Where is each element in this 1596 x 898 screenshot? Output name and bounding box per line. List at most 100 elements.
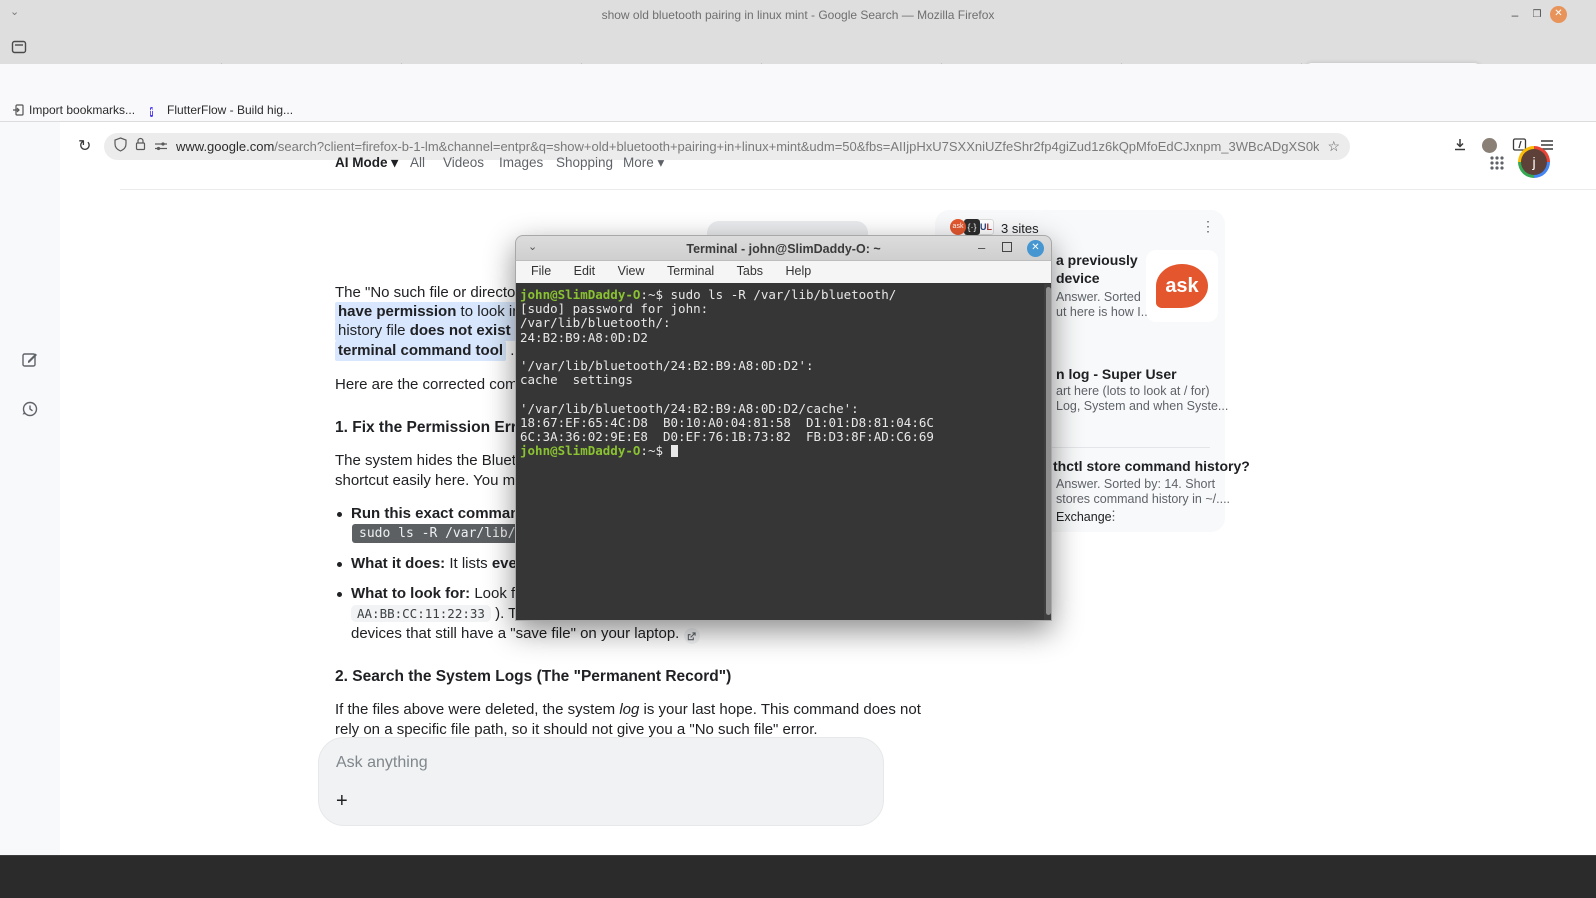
- google-logo[interactable]: [16, 272, 43, 299]
- source-desc: Answer. Sorted: [1056, 290, 1141, 304]
- inline-code-chip: AA:BB:CC:11:22:33: [351, 605, 491, 622]
- terminal-line: john@SlimDaddy-O:~$ sudo ls -R /var/lib/…: [520, 288, 1049, 302]
- source-more-icon[interactable]: ⋮: [1107, 508, 1120, 524]
- terminal-titlebar[interactable]: ⌄ Terminal - john@SlimDaddy-O: ~ – ✕: [515, 235, 1052, 261]
- terminal-menubar: File Edit View Terminal Tabs Help: [515, 261, 1052, 283]
- menu-edit[interactable]: Edit: [565, 261, 605, 281]
- header-divider: [120, 189, 1596, 190]
- bullet-icon: [337, 562, 342, 567]
- sites-count-label: 3 sites: [1001, 221, 1039, 236]
- tab-list-icon[interactable]: [10, 38, 28, 61]
- apps-grid-icon[interactable]: [1489, 155, 1505, 176]
- url-bar[interactable]: www.google.com/search?client=firefox-b-1…: [104, 133, 1350, 160]
- flutterflow-icon: f: [150, 104, 162, 116]
- reload-icon[interactable]: ↻: [78, 136, 91, 156]
- answer-line: shortcut easily here. You must: [335, 472, 535, 489]
- source-site[interactable]: Exchange: [1056, 510, 1112, 524]
- bookmark-label: FlutterFlow - Build hig...: [167, 103, 293, 117]
- source-desc: Log, System and when Syste...: [1056, 399, 1228, 413]
- taskbar: lm >_ Bluetooth Devices show old bluetoo…: [0, 855, 1596, 898]
- terminal-minimize-button[interactable]: –: [978, 240, 985, 255]
- source-title[interactable]: a previously: [1056, 252, 1138, 268]
- answer-line: have permission to look insid: [335, 303, 543, 320]
- source-desc: ut here is how I...: [1056, 305, 1151, 319]
- answer-bullet-3: What to look for: Look for: [351, 585, 529, 602]
- bookmark-label: Import bookmarks...: [29, 103, 135, 117]
- shield-icon[interactable]: [114, 137, 127, 157]
- tab-more[interactable]: More ▾: [623, 155, 664, 171]
- card-more-icon[interactable]: ⋮: [1201, 218, 1215, 235]
- minimize-button[interactable]: –: [1506, 6, 1524, 24]
- tab-all[interactable]: All: [410, 155, 425, 170]
- answer-heading-2: 2. Search the System Logs (The "Permanen…: [335, 668, 731, 686]
- terminal-line: 24:B2:B9:A8:0D:D2: [520, 331, 1049, 345]
- terminal-output[interactable]: john@SlimDaddy-O:~$ sudo ls -R /var/lib/…: [515, 283, 1052, 621]
- terminal-line: [520, 387, 1049, 401]
- terminal-line: [520, 345, 1049, 359]
- bullet-icon: [337, 592, 342, 597]
- answer-line: If the files above were deleted, the sys…: [335, 701, 921, 718]
- close-button[interactable]: ✕: [1550, 6, 1567, 23]
- answer-line: history file does not exist be: [335, 322, 534, 339]
- ask-anything-input[interactable]: Ask anything +: [318, 737, 884, 826]
- source-title[interactable]: device: [1056, 270, 1100, 286]
- google-left-rail: [0, 122, 60, 855]
- account-avatar[interactable]: [1482, 138, 1497, 153]
- ask-favicon: ask: [950, 219, 966, 235]
- source-thumbnail[interactable]: ask: [1146, 250, 1218, 322]
- import-icon: [12, 104, 24, 116]
- terminal-line: '/var/lib/bluetooth/24:B2:B9:A8:0D:D2/ca…: [520, 402, 1049, 416]
- terminal-maximize-button[interactable]: [1002, 242, 1012, 252]
- source-title[interactable]: thctl store command history?: [1053, 458, 1250, 474]
- ask-logo: ask: [1156, 264, 1208, 308]
- compose-icon[interactable]: [21, 350, 39, 373]
- bookmark-flutterflow[interactable]: f FlutterFlow - Build hig...: [150, 103, 293, 117]
- profile-avatar[interactable]: j: [1518, 146, 1550, 178]
- history-icon[interactable]: [21, 400, 39, 423]
- terminal-line: 18:67:EF:65:4C:D8 B0:10:A0:04:81:58 D1:0…: [520, 416, 1049, 430]
- answer-bullet-1: Run this exact command:: [351, 505, 534, 522]
- tab-videos[interactable]: Videos: [443, 155, 484, 170]
- answer-bullet-2: What it does: It lists every: [351, 555, 531, 572]
- navigation-toolbar: ← → ↻ www.google.com/search?client=firef…: [0, 64, 1596, 100]
- plus-button[interactable]: +: [336, 790, 348, 813]
- downloads-icon[interactable]: [1452, 137, 1468, 158]
- terminal-close-button[interactable]: ✕: [1027, 240, 1044, 257]
- site-favicon: UL: [978, 219, 994, 235]
- terminal-line: /var/lib/bluetooth/:: [520, 316, 1049, 330]
- tab-images[interactable]: Images: [499, 155, 543, 170]
- source-title[interactable]: n log - Super User: [1056, 366, 1177, 382]
- menu-help[interactable]: Help: [777, 261, 821, 281]
- site-favicon: {·}: [964, 219, 980, 235]
- menu-view[interactable]: View: [609, 261, 654, 281]
- terminal-title: Terminal - john@SlimDaddy-O: ~: [516, 242, 1051, 256]
- terminal-scrollbar-thumb[interactable]: [1046, 287, 1051, 615]
- bookmark-star-icon[interactable]: ☆: [1327, 138, 1340, 155]
- answer-line: AA:BB:CC:11:22:33 ). Thes: [351, 605, 542, 622]
- citation-link-icon[interactable]: [684, 628, 700, 644]
- bookmark-import[interactable]: Import bookmarks...: [12, 103, 135, 117]
- firefox-titlebar: ⌄ show old bluetooth pairing in linux mi…: [0, 0, 1596, 30]
- desktop: ⌄ show old bluetooth pairing in linux mi…: [0, 0, 1596, 898]
- avatar-letter: j: [1521, 149, 1547, 175]
- ask-placeholder: Ask anything: [336, 754, 428, 772]
- tab-ai-mode[interactable]: AI Mode ▾: [335, 155, 398, 171]
- lock-icon[interactable]: [135, 137, 146, 156]
- bookmarks-bar: Import bookmarks... f FlutterFlow - Buil…: [0, 100, 1596, 122]
- tab-shopping[interactable]: Shopping: [556, 155, 613, 170]
- answer-line: The system hides the Bluetoot: [335, 452, 537, 469]
- terminal-cursor: [671, 445, 678, 457]
- menu-tabs[interactable]: Tabs: [728, 261, 772, 281]
- terminal-line: 6C:3A:36:02:9E:E8 D0:EF:76:1B:73:82 FB:D…: [520, 430, 1049, 444]
- menu-file[interactable]: File: [522, 261, 560, 281]
- source-desc: art here (lots to look at / for): [1056, 384, 1210, 398]
- menu-terminal[interactable]: Terminal: [658, 261, 723, 281]
- answer-line: terminal command tool .: [335, 342, 514, 359]
- maximize-button[interactable]: ❒: [1528, 6, 1546, 24]
- bullet-icon: [337, 512, 342, 517]
- tab-bar: New Tab ✕ Firebase | Google's Mobile a ✕…: [0, 30, 1596, 64]
- permissions-icon[interactable]: [154, 138, 168, 156]
- answer-line: devices that still have a "save file" on…: [351, 625, 700, 644]
- answer-line: rely on a specific file path, so it shou…: [335, 721, 818, 738]
- answer-line: Here are the corrected comma: [335, 376, 538, 393]
